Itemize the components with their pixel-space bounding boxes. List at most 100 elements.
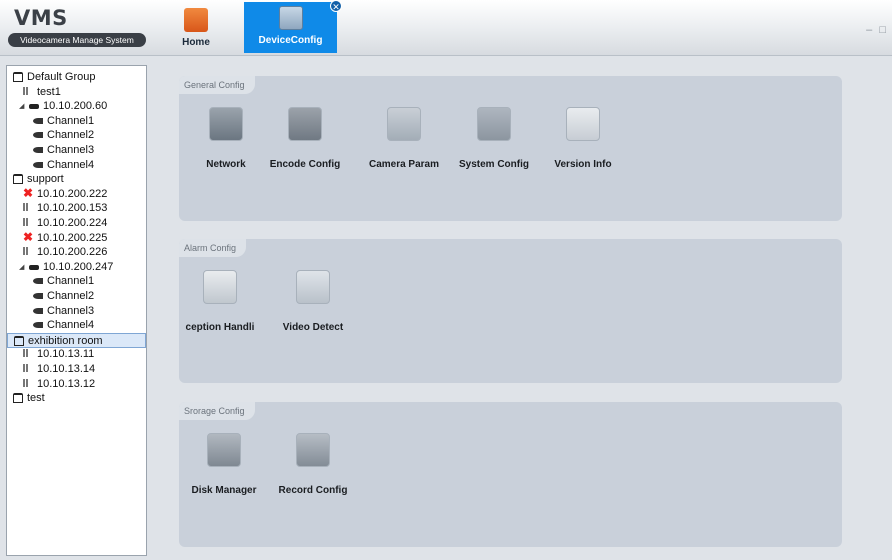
record-config-icon — [296, 433, 330, 467]
tree-item-label: 10.10.200.60 — [43, 100, 108, 113]
tree-item-label: 10.10.13.14 — [37, 363, 96, 375]
tree-item-camera[interactable]: Channel3 — [7, 304, 146, 319]
encode-config-label: Encode Config — [269, 159, 341, 170]
system-config-button[interactable]: System Config — [455, 107, 533, 170]
tree-item-label: Channel3 — [47, 144, 95, 156]
tree-item-camera[interactable]: Channel1 — [7, 274, 146, 289]
tree-item-label: 10.10.200.153 — [37, 202, 108, 215]
camera-param-label: Camera Param — [368, 159, 440, 170]
online-device-icon — [23, 349, 28, 358]
camera-icon — [33, 293, 43, 299]
encode-config-icon — [288, 107, 322, 141]
tree-item-error[interactable]: ✖ 10.10.200.222 — [7, 185, 146, 202]
tree-item-camera[interactable]: Channel2 — [7, 128, 146, 143]
device-tree: Default Group test1 ◢ 10.10.200.60 Channel1 C… — [6, 65, 147, 556]
tab-home[interactable]: Home — [180, 4, 212, 54]
expand-arrow-icon[interactable]: ◢ — [19, 99, 24, 114]
expand-arrow-icon[interactable]: ◢ — [19, 260, 24, 275]
top-bar: VMS Videocamera Manage System Home Devic… — [0, 0, 892, 56]
offline-error-icon: ✖ — [23, 229, 34, 244]
tree-item-camera[interactable]: Channel3 — [7, 143, 146, 158]
group-icon — [13, 72, 23, 82]
window-controls: – □ — [862, 24, 886, 36]
offline-error-icon: ✖ — [23, 185, 34, 200]
tree-item-camera[interactable]: Channel4 — [7, 158, 146, 173]
tree-item-group[interactable]: Default Group — [7, 70, 146, 85]
camera-param-button[interactable]: Camera Param — [365, 107, 443, 170]
app-logo: VMS Videocamera Manage System — [8, 6, 148, 50]
tree-item-plug[interactable]: 10.10.200.153 — [7, 201, 146, 216]
encode-config-button[interactable]: Encode Config — [266, 107, 344, 170]
minimize-icon[interactable]: – — [866, 24, 872, 36]
disk-manager-label: Disk Manager — [191, 485, 257, 496]
tab-device-config[interactable]: DeviceConfig ✕ — [244, 0, 342, 53]
tree-item-device[interactable]: ◢ 10.10.200.60 — [7, 99, 146, 114]
online-device-icon — [23, 247, 28, 256]
tree-item-plug[interactable]: 10.10.13.12 — [7, 377, 146, 392]
tree-item-label: Default Group — [27, 71, 96, 83]
tree-item-group[interactable]: exhibition room — [7, 332, 146, 348]
tab-home-label: Home — [182, 37, 210, 48]
network-button[interactable]: Network — [187, 107, 265, 170]
tree-item-plug[interactable]: 10.10.13.14 — [7, 362, 146, 377]
online-device-icon — [23, 364, 28, 372]
disk-manager-icon — [207, 433, 241, 467]
camera-param-icon — [387, 107, 421, 141]
maximize-icon[interactable]: □ — [879, 24, 886, 36]
camera-icon — [33, 117, 43, 124]
tree-item-label: test1 — [37, 85, 61, 98]
tree-item-label: 10.10.200.247 — [43, 260, 114, 273]
system-config-label: System Config — [458, 159, 529, 170]
tree-item-camera[interactable]: Channel2 — [7, 289, 146, 304]
record-config-button[interactable]: Record Config — [274, 433, 352, 496]
camera-icon — [33, 147, 43, 153]
camera-icon — [33, 307, 43, 314]
tree-item-device[interactable]: ◢ 10.10.200.247 — [7, 260, 146, 275]
general-config-panel: General Config Network Encode Config Cam… — [179, 76, 842, 221]
group-icon — [13, 393, 23, 404]
alarm-config-title: Alarm Config — [179, 239, 247, 257]
close-tab-icon[interactable]: ✕ — [330, 0, 342, 12]
disk-manager-button[interactable]: Disk Manager — [185, 433, 263, 496]
online-device-icon — [23, 378, 28, 387]
video-detect-icon — [296, 270, 330, 304]
tree-item-error[interactable]: ✖ 10.10.200.225 — [7, 229, 146, 246]
alarm-config-panel: Alarm Config ception Handli Video Detect — [179, 239, 842, 383]
camera-icon — [33, 161, 43, 168]
group-icon — [13, 174, 23, 185]
storage-config-panel: Srorage Config Disk Manager Record Confi… — [179, 402, 842, 547]
tree-item-plug[interactable]: 10.10.13.11 — [7, 347, 146, 362]
tree-item-camera[interactable]: Channel1 — [7, 114, 146, 129]
video-detect-button[interactable]: Video Detect — [274, 270, 352, 333]
exception-handling-button[interactable]: ception Handli — [181, 270, 259, 333]
record-config-label: Record Config — [278, 485, 348, 496]
group-icon — [14, 335, 24, 346]
logo-subtitle: Videocamera Manage System — [8, 33, 146, 47]
network-icon — [209, 107, 243, 141]
tree-item-label: 10.10.200.224 — [37, 217, 108, 229]
tree-item-label: 10.10.13.11 — [37, 348, 95, 361]
tree-item-label: 10.10.200.226 — [37, 246, 108, 259]
version-info-label: Version Info — [554, 159, 612, 170]
tree-item-label: Channel3 — [47, 304, 95, 317]
tree-item-label: 10.10.200.225 — [37, 231, 108, 244]
device-icon — [29, 104, 39, 110]
network-label: Network — [206, 159, 246, 170]
version-info-button[interactable]: Version Info — [544, 107, 622, 170]
tree-item-label: Channel1 — [47, 275, 95, 288]
version-info-icon — [566, 107, 600, 141]
online-device-icon — [23, 86, 28, 95]
tree-item-camera[interactable]: Channel4 — [7, 318, 146, 333]
camera-icon — [33, 322, 43, 329]
video-detect-label: Video Detect — [282, 322, 344, 333]
storage-config-title: Srorage Config — [179, 402, 255, 420]
system-config-icon — [477, 107, 511, 141]
tree-item-group[interactable]: test — [7, 391, 146, 406]
tree-item-plug[interactable]: test1 — [7, 85, 146, 100]
tree-item-label: Channel4 — [47, 319, 95, 332]
tree-item-label: Channel1 — [47, 114, 95, 127]
exception-handling-label: ception Handli — [185, 322, 255, 333]
device-icon — [29, 264, 39, 270]
exception-handling-icon — [203, 270, 237, 304]
tree-item-plug[interactable]: 10.10.200.226 — [7, 245, 146, 260]
